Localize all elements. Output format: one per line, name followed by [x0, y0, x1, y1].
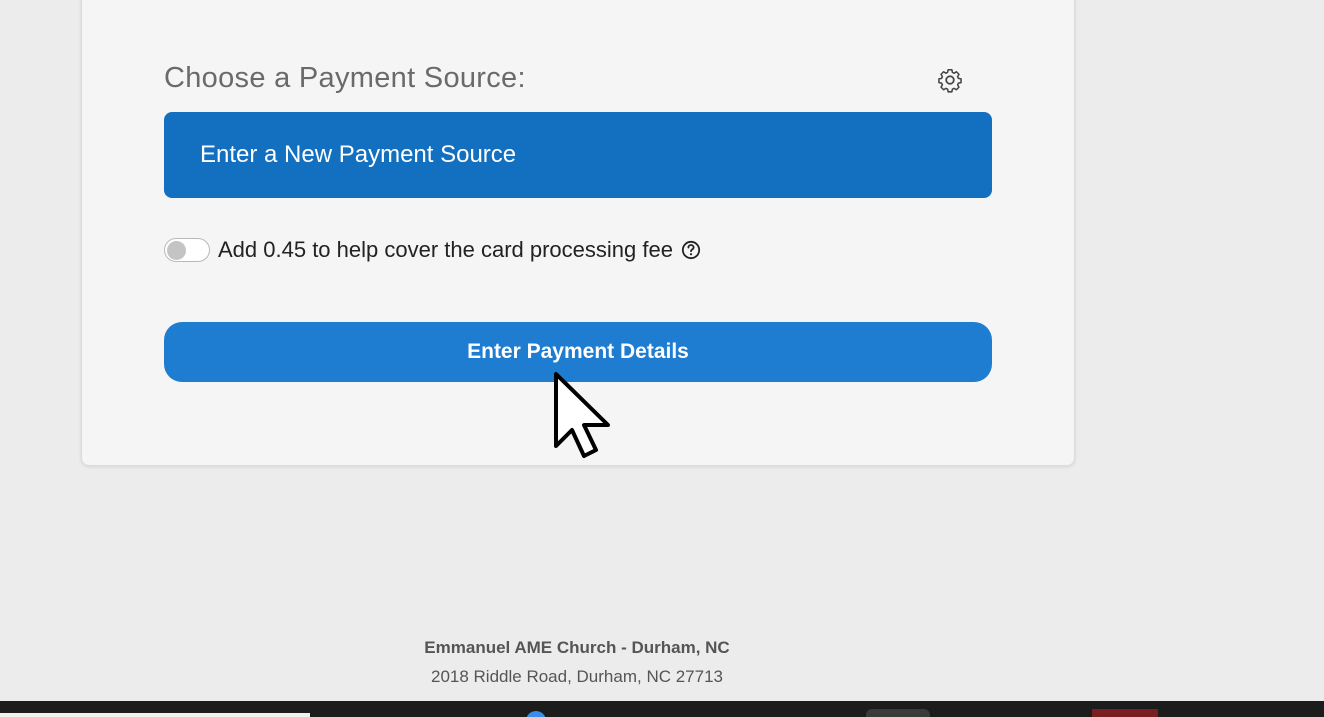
taskbar-search-field[interactable]	[0, 713, 310, 717]
footer: Emmanuel AME Church - Durham, NC 2018 Ri…	[0, 636, 1154, 688]
page: Choose a Payment Source: Enter a New Pay…	[0, 0, 1324, 717]
footer-address: 2018 Riddle Road, Durham, NC 27713	[430, 667, 723, 686]
new-payment-source-label: Enter a New Payment Source	[200, 141, 517, 168]
enter-payment-details-button[interactable]: Enter Payment Details	[164, 322, 992, 382]
payment-card: Choose a Payment Source: Enter a New Pay…	[81, 0, 1075, 466]
processing-fee-row: Add 0.45 to help cover the card processi…	[164, 235, 701, 265]
taskbar	[0, 701, 1324, 717]
processing-fee-label: Add 0.45 to help cover the card processi…	[218, 237, 673, 262]
gear-icon[interactable]	[937, 67, 963, 93]
toggle-knob	[167, 241, 186, 260]
new-payment-source-button[interactable]: Enter a New Payment Source	[164, 112, 992, 198]
payment-source-heading: Choose a Payment Source:	[164, 62, 526, 94]
taskbar-app-icon[interactable]	[526, 711, 546, 717]
processing-fee-toggle[interactable]	[164, 238, 210, 262]
taskbar-app-icon[interactable]	[1092, 709, 1158, 717]
question-circle-icon[interactable]	[681, 240, 701, 260]
enter-payment-details-label: Enter Payment Details	[467, 340, 689, 363]
taskbar-app-icon[interactable]	[866, 709, 930, 717]
footer-organization: Emmanuel AME Church - Durham, NC	[424, 638, 730, 657]
